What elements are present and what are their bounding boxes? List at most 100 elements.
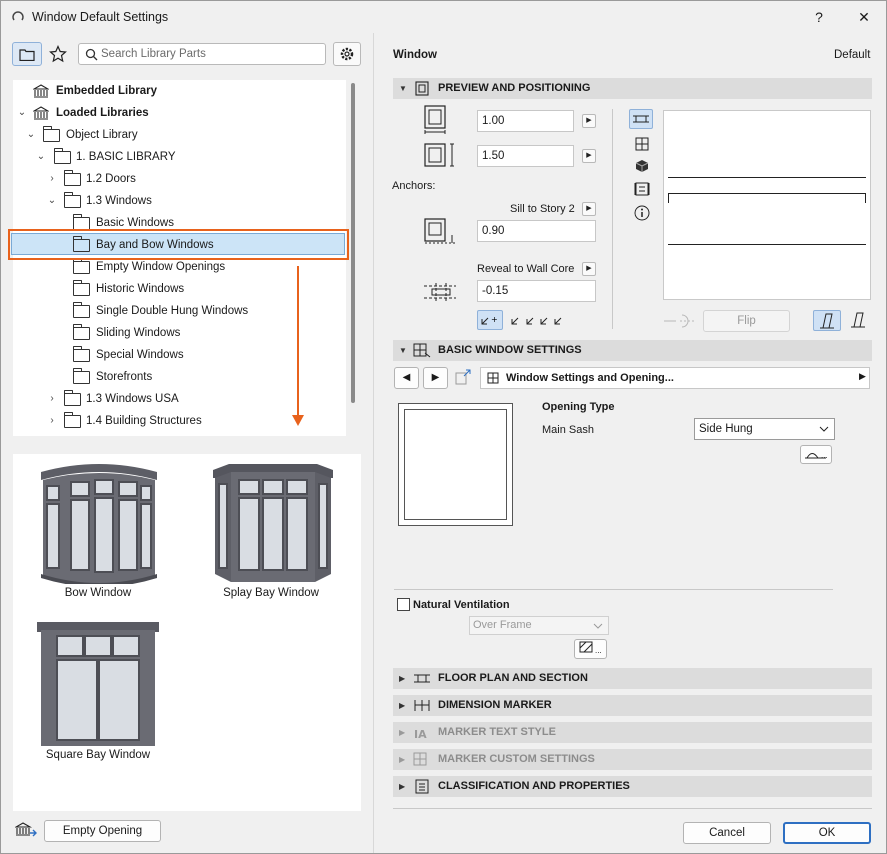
- list-icon: [415, 779, 429, 794]
- info-button[interactable]: [630, 203, 654, 223]
- chevron-down-icon: [819, 426, 829, 432]
- reveal-field[interactable]: -0.15: [477, 280, 596, 302]
- separator: [394, 589, 833, 590]
- settings-grid-icon: [413, 343, 431, 358]
- help-button[interactable]: ?: [804, 5, 834, 29]
- section-marker-custom-settings[interactable]: ▶ MARKER CUSTOM SETTINGS: [393, 749, 872, 770]
- settings-title: Window: [393, 49, 437, 61]
- height-arrow-button[interactable]: ▶: [582, 149, 596, 163]
- splay-bay-window-thumbnail[interactable]: [211, 460, 335, 584]
- section-basic-window-settings[interactable]: ▼ BASIC WINDOW SETTINGS: [393, 340, 872, 361]
- chevron-right-icon[interactable]: ›: [47, 388, 57, 410]
- chevron-down-icon[interactable]: ⌄: [36, 146, 46, 168]
- section-view-button[interactable]: [630, 179, 654, 199]
- main-sash-value: Side Hung: [699, 423, 753, 435]
- width-field[interactable]: 1.00: [477, 110, 574, 132]
- section-dimension-marker[interactable]: ▶ DIMENSION MARKER: [393, 695, 872, 716]
- bow-window-thumbnail[interactable]: [37, 460, 161, 584]
- reveal-arrow-button[interactable]: ▶: [582, 262, 596, 276]
- close-button[interactable]: ✕: [849, 5, 879, 29]
- flip-button[interactable]: Flip: [703, 310, 790, 332]
- reveal-label: Reveal to Wall Core: [477, 263, 575, 275]
- folder-icon: [64, 192, 81, 208]
- opening-side-left-button[interactable]: [813, 310, 841, 331]
- hatch-icon: ...: [579, 641, 602, 655]
- search-icon: [85, 48, 98, 61]
- prev-page-button[interactable]: ◀: [394, 367, 419, 389]
- empty-opening-button[interactable]: Empty Opening: [44, 820, 161, 842]
- door-right-icon: [851, 312, 865, 328]
- opening-preview-inner: [404, 409, 507, 520]
- ok-button[interactable]: OK: [783, 822, 871, 844]
- sash-options-button[interactable]: ...: [800, 445, 832, 464]
- preview-icon: [415, 81, 429, 96]
- folder-icon: [43, 126, 60, 142]
- opening-side-right-button[interactable]: [845, 310, 871, 331]
- settings-page-dropdown[interactable]: Window Settings and Opening... ▶: [480, 367, 870, 389]
- preview-line: [668, 244, 866, 245]
- star-icon: [49, 45, 67, 63]
- natural-ventilation-checkbox[interactable]: [397, 598, 410, 611]
- svg-text:IA: IA: [414, 728, 427, 740]
- section-title: PREVIEW AND POSITIONING: [438, 82, 591, 94]
- plan-view-button[interactable]: [629, 109, 653, 129]
- gear-icon: [340, 47, 354, 61]
- tree-label: 1.3 Windows USA: [86, 393, 179, 405]
- annotation-arrow-head: [292, 415, 304, 426]
- folder-icon: [64, 170, 81, 186]
- section-title: DIMENSION MARKER: [438, 699, 552, 711]
- 3d-view-button[interactable]: [630, 156, 654, 176]
- panel-divider: [373, 33, 374, 853]
- chevron-down-icon[interactable]: ⌄: [47, 190, 57, 212]
- elevation-view-button[interactable]: [630, 134, 654, 154]
- search-input[interactable]: Search Library Parts: [78, 43, 326, 65]
- grid-icon: [635, 137, 649, 151]
- highlight-box: [8, 229, 349, 260]
- svg-text:+: +: [491, 315, 498, 324]
- section-preview-positioning[interactable]: ▼ PREVIEW AND POSITIONING: [393, 78, 872, 99]
- folder-icon: [64, 390, 81, 406]
- window-title: Window Default Settings: [32, 10, 169, 24]
- folder-view-button[interactable]: [12, 42, 42, 66]
- ventilation-options-button[interactable]: ...: [574, 639, 607, 659]
- over-frame-select[interactable]: Over Frame: [469, 616, 609, 635]
- folder-icon: [64, 412, 81, 428]
- folder-icon: [19, 48, 35, 61]
- over-frame-value: Over Frame: [473, 619, 532, 631]
- tree-scrollbar[interactable]: [351, 83, 355, 403]
- section-classification-properties[interactable]: ▶ CLASSIFICATION AND PROPERTIES: [393, 776, 872, 797]
- title-bar: Window Default Settings ? ✕: [1, 1, 886, 33]
- page-jump-icon: [455, 369, 471, 385]
- tree-label: Historic Windows: [96, 283, 185, 295]
- anchors-label: Anchors:: [392, 180, 436, 192]
- tree-label: 1.3 Windows: [86, 195, 152, 207]
- section-floor-plan-and-section[interactable]: ▶ FLOOR PLAN AND SECTION: [393, 668, 872, 689]
- library-preview-panel: Bow Window Splay Bay Window Square Bay W…: [13, 454, 361, 811]
- square-bay-window-thumbnail[interactable]: [37, 620, 161, 748]
- preview-line: [865, 193, 866, 203]
- favorites-button[interactable]: [43, 42, 73, 66]
- next-page-button[interactable]: ▶: [423, 367, 448, 389]
- triangle-down-icon: ▼: [399, 84, 407, 93]
- opening-type-label: Opening Type: [542, 401, 615, 413]
- sill-arrow-button[interactable]: ▶: [582, 202, 596, 216]
- load-library-button[interactable]: [12, 819, 40, 843]
- chevron-down-icon[interactable]: ⌄: [17, 102, 27, 124]
- chevron-right-icon[interactable]: ›: [47, 410, 57, 432]
- section-marker-text-style[interactable]: ▶ IA MARKER TEXT STYLE: [393, 722, 872, 743]
- width-arrow-button[interactable]: ▶: [582, 114, 596, 128]
- svg-text:...: ...: [595, 647, 602, 655]
- thumbnail-label: Square Bay Window: [45, 749, 151, 761]
- search-placeholder: Search Library Parts: [101, 48, 206, 60]
- preview-line: [668, 193, 669, 203]
- main-sash-select[interactable]: Side Hung: [694, 418, 835, 440]
- preview-line: [668, 193, 866, 194]
- library-settings-button[interactable]: [333, 42, 361, 66]
- vertical-separator: [612, 109, 613, 329]
- cancel-button[interactable]: Cancel: [683, 822, 771, 844]
- height-field[interactable]: 1.50: [477, 145, 574, 167]
- chevron-down-icon[interactable]: ⌄: [26, 124, 36, 146]
- sill-field[interactable]: 0.90: [477, 220, 596, 242]
- chevron-right-icon[interactable]: ›: [47, 168, 57, 190]
- anchor-options-icon: +: [481, 315, 562, 325]
